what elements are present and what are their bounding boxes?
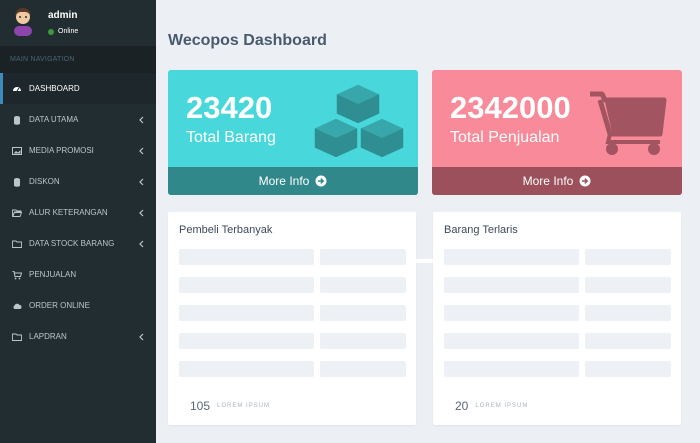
cart-icon (12, 270, 22, 280)
image-icon (12, 146, 22, 156)
sidebar-item-order-online[interactable]: ORDER ONLINE (0, 290, 156, 321)
placeholder-cell (585, 361, 671, 377)
stat-box-total-penjualan: 2342000 Total Penjualan More Info (432, 70, 682, 195)
user-status-label: Online (58, 28, 79, 35)
footer-label: LOREM IPSUM (217, 403, 271, 409)
nav-header: MAIN NAVIGATION (0, 46, 156, 73)
cloud-icon (12, 301, 22, 311)
stat-label: Total Penjualan (450, 129, 560, 146)
chevron-left-icon (139, 147, 144, 155)
sidebar-item-label: DISKON (29, 177, 60, 186)
panel-footer: 20 LOREM IPSUM (433, 387, 681, 425)
chevron-left-icon (139, 178, 144, 186)
placeholder-cell (444, 277, 579, 293)
placeholder-cell (444, 361, 579, 377)
sidebar-item-label: PENJUALAN (29, 270, 77, 279)
sidebar-item-lapdran[interactable]: LAPDRAN (0, 321, 156, 352)
page-title: Wecopos Dashboard (168, 32, 327, 49)
database-icon (12, 177, 22, 187)
panel-barang-terlaris: Barang Terlaris 20 LOREM IPSUM (433, 212, 681, 425)
placeholder-cell (585, 249, 671, 265)
panel-footer: 105 LOREM IPSUM (168, 387, 416, 425)
chevron-left-icon (139, 333, 144, 341)
sidebar-item-label: DASHBOARD (29, 84, 80, 93)
dashboard-icon (12, 84, 22, 94)
database-icon (12, 115, 22, 125)
arrow-circle-right-icon (579, 175, 591, 187)
placeholder-cell (585, 305, 671, 321)
sidebar-item-label: ORDER ONLINE (29, 301, 90, 310)
placeholder-cell (179, 277, 314, 293)
placeholder-cell (179, 361, 314, 377)
sidebar-item-diskon[interactable]: DISKON (0, 166, 156, 197)
sidebar: admin Online MAIN NAVIGATION DASHBOARD D… (0, 0, 156, 443)
footer-label: LOREM IPSUM (475, 403, 529, 409)
sidebar-item-data-stock-barang[interactable]: DATA STOCK BARANG (0, 228, 156, 259)
placeholder-cell (444, 333, 579, 349)
sidebar-item-label: LAPDRAN (29, 332, 67, 341)
cubes-icon (313, 83, 405, 159)
placeholder-cell (320, 277, 406, 293)
online-status-icon (48, 28, 54, 35)
sidebar-item-label: DATA UTAMA (29, 115, 79, 124)
user-name: admin (48, 10, 78, 21)
placeholder-cell (179, 305, 314, 321)
panel-pembeli-terbanyak: Pembeli Terbanyak 105 LOREM IPSUM (168, 212, 416, 425)
sidebar-item-data-utama[interactable]: DATA UTAMA (0, 104, 156, 135)
placeholder-cell (320, 249, 406, 265)
panel-connector (416, 259, 433, 263)
placeholder-cell (444, 305, 579, 321)
folder-open-icon (12, 208, 22, 218)
placeholder-cell (585, 333, 671, 349)
panel-title: Pembeli Terbanyak (179, 224, 273, 236)
placeholder-cell (320, 361, 406, 377)
placeholder-cell (320, 305, 406, 321)
stat-value: 23420 (186, 90, 273, 125)
panel-title: Barang Terlaris (444, 224, 518, 236)
footer-number: 20 (455, 399, 469, 413)
user-status: Online (48, 28, 78, 35)
more-info-label: More Info (522, 174, 574, 188)
shopping-cart-icon (590, 91, 667, 155)
chevron-left-icon (139, 209, 144, 217)
placeholder-cell (179, 249, 314, 265)
sidebar-item-dashboard[interactable]: DASHBOARD (0, 73, 156, 104)
more-info-label: More Info (258, 174, 310, 188)
sidebar-item-alur-keterangan[interactable]: ALUR KETERANGAN (0, 197, 156, 228)
avatar (14, 8, 32, 36)
more-info-link[interactable]: More Info (432, 167, 682, 195)
sidebar-item-label: DATA STOCK BARANG (29, 239, 115, 248)
chevron-left-icon (139, 116, 144, 124)
sidebar-item-label: MEDIA PROMOSI (29, 146, 94, 155)
placeholder-cell (444, 249, 579, 265)
stat-box-total-barang: 23420 Total Barang More Info (168, 70, 418, 195)
placeholder-cell (585, 277, 671, 293)
folder-icon (12, 332, 22, 342)
folder-icon (12, 239, 22, 249)
sidebar-item-media-promosi[interactable]: MEDIA PROMOSI (0, 135, 156, 166)
footer-number: 105 (190, 399, 211, 413)
placeholder-cell (320, 333, 406, 349)
sidebar-item-penjualan[interactable]: PENJUALAN (0, 259, 156, 290)
more-info-link[interactable]: More Info (168, 167, 418, 195)
stat-label: Total Barang (186, 129, 276, 146)
arrow-circle-right-icon (315, 175, 327, 187)
sidebar-item-label: ALUR KETERANGAN (29, 208, 108, 217)
placeholder-cell (179, 333, 314, 349)
user-panel: admin Online (0, 0, 156, 46)
chevron-left-icon (139, 240, 144, 248)
stat-value: 2342000 (450, 90, 571, 125)
